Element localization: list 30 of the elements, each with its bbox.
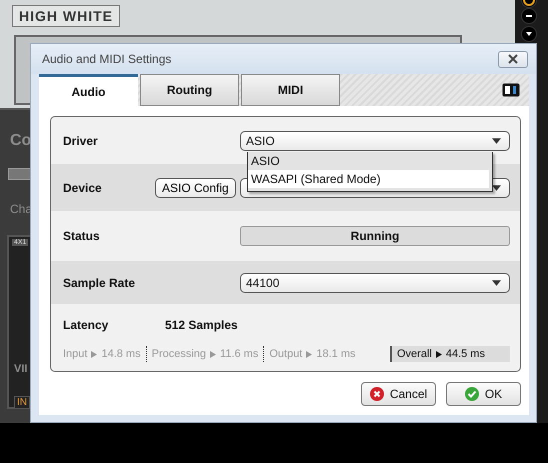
input-tag[interactable]: IN	[14, 396, 30, 409]
status-field: Running	[240, 226, 510, 246]
field-label: Driver	[63, 134, 99, 148]
menu-item[interactable]: ASIO	[248, 152, 489, 170]
field-label: Status	[63, 229, 101, 243]
latency-value: 512 Samples	[165, 318, 238, 332]
latency-label: Latency	[63, 318, 110, 332]
latency-stage-name: Overall	[397, 348, 432, 360]
field-label: Device	[63, 180, 103, 194]
latency-stage-name: Input	[63, 348, 88, 360]
cancel-button[interactable]: Cancel	[361, 382, 436, 406]
dialog-title: Audio and MIDI Settings	[42, 52, 172, 66]
dropdown[interactable]: ASIO	[240, 130, 510, 150]
latency-stage-value: 44.5 ms	[446, 348, 485, 360]
section-label: VII	[14, 363, 28, 375]
menu-item[interactable]: WASAPI (Shared Mode)	[248, 170, 489, 188]
tab[interactable]: Routing	[140, 74, 239, 106]
tab[interactable]: Audio	[39, 74, 138, 106]
latency-stage-name: Output	[269, 348, 302, 360]
tab[interactable]: MIDI	[241, 74, 340, 106]
latency-stage-value: 18.1 ms	[316, 348, 356, 360]
field-label: Sample Rate	[63, 276, 136, 290]
latency-stage-name: Processing	[152, 348, 206, 360]
config-button[interactable]: ASIO Config	[155, 178, 236, 198]
latency-stage-value: 11.6 ms	[220, 348, 258, 360]
latency-stage-value: 14.8 ms	[101, 348, 141, 360]
dropdown[interactable]: 44100	[240, 272, 510, 292]
amp-name-label: HIGH WHITE	[12, 5, 120, 27]
ok-button[interactable]: OK	[446, 382, 521, 406]
section-title: Co	[10, 132, 32, 150]
